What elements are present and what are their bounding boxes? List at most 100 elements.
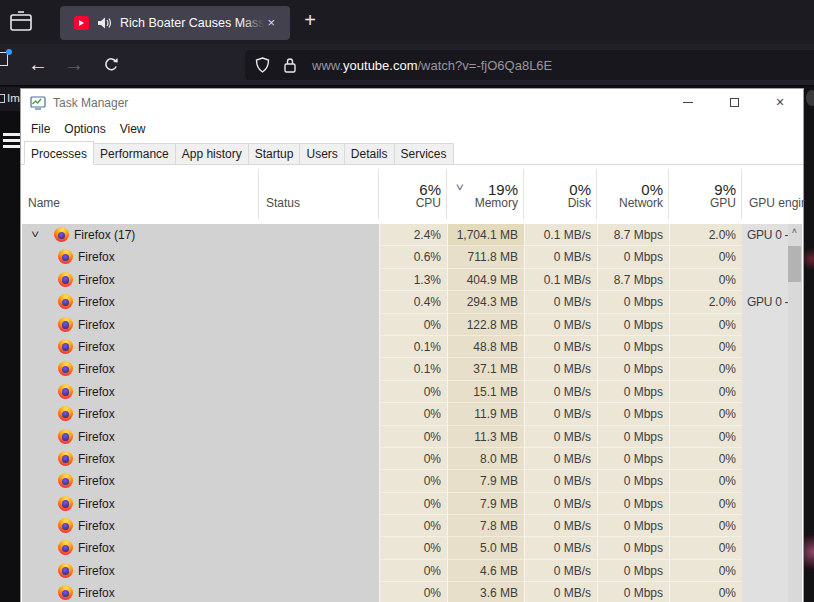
name-header-label: Name bbox=[28, 196, 60, 210]
tab-performance[interactable]: Performance bbox=[93, 143, 176, 164]
menu-options[interactable]: Options bbox=[64, 122, 105, 136]
task-manager-menubar: File Options View bbox=[21, 117, 803, 141]
process-row[interactable]: Firefox 0% 5.0 MB 0 MB/s 0 Mbps 0% bbox=[22, 537, 802, 559]
cpu-header-label: CPU bbox=[416, 196, 441, 210]
process-row[interactable]: Firefox 0% 7.8 MB 0 MB/s 0 Mbps 0% bbox=[22, 515, 802, 537]
task-manager-titlebar[interactable]: Task Manager × bbox=[21, 89, 803, 117]
lock-icon[interactable] bbox=[283, 57, 297, 73]
process-status-cell bbox=[259, 269, 379, 291]
process-name-cell[interactable]: Firefox bbox=[22, 493, 259, 515]
process-row[interactable]: Firefox 0.1% 48.8 MB 0 MB/s 0 Mbps 0% bbox=[22, 336, 802, 358]
process-row[interactable]: Firefox 0% 3.6 MB 0 MB/s 0 Mbps 0% bbox=[22, 582, 802, 602]
tab-startup[interactable]: Startup bbox=[248, 143, 301, 164]
scrollbar-thumb[interactable] bbox=[788, 246, 801, 282]
column-header-name[interactable]: Name bbox=[21, 169, 258, 219]
back-button[interactable]: ← bbox=[28, 54, 48, 74]
process-row[interactable]: Firefox 0% 7.9 MB 0 MB/s 0 Mbps 0% bbox=[22, 470, 802, 492]
tab-app-history[interactable]: App history bbox=[175, 143, 249, 164]
process-memory-cell: 122.8 MB bbox=[447, 314, 524, 336]
column-header-status[interactable]: Status bbox=[258, 169, 378, 219]
scrollbar[interactable]: ˄ bbox=[788, 224, 801, 602]
column-header-gpu-engine[interactable]: GPU engine bbox=[741, 169, 805, 219]
column-header-network[interactable]: 0%Network bbox=[596, 169, 668, 219]
new-tab-button[interactable]: + bbox=[297, 8, 323, 34]
process-name: Firefox bbox=[78, 295, 115, 309]
maximize-button[interactable] bbox=[711, 89, 757, 117]
column-header-memory[interactable]: ˅19%Memory bbox=[446, 169, 523, 219]
firefox-icon bbox=[58, 272, 73, 287]
tab-details[interactable]: Details bbox=[344, 143, 395, 164]
firefox-icon bbox=[58, 429, 73, 444]
process-row[interactable]: Firefox 0% 11.3 MB 0 MB/s 0 Mbps 0% bbox=[22, 426, 802, 448]
process-row[interactable]: ˅Firefox (17) 2.4% 1,704.1 MB 0.1 MB/s 8… bbox=[22, 224, 802, 246]
process-row[interactable]: Firefox 0% 15.1 MB 0 MB/s 0 Mbps 0% bbox=[22, 381, 802, 403]
process-name-cell[interactable]: Firefox bbox=[22, 470, 259, 492]
tab-overview-icon[interactable] bbox=[10, 11, 32, 31]
address-bar[interactable]: www.youtube.com/watch?v=-fjO6Qa8L6E bbox=[245, 50, 814, 80]
scroll-up-icon[interactable]: ˄ bbox=[788, 224, 801, 239]
process-name-cell[interactable]: Firefox bbox=[22, 560, 259, 582]
expand-caret-icon[interactable]: ˅ bbox=[31, 228, 39, 240]
process-gpu-cell: 2.0% bbox=[669, 291, 742, 313]
tab-users[interactable]: Users bbox=[299, 143, 344, 164]
process-gpu-cell: 0% bbox=[669, 537, 742, 559]
process-row[interactable]: Firefox 0.6% 711.8 MB 0 MB/s 0 Mbps 0% bbox=[22, 246, 802, 268]
process-row[interactable]: Firefox 0% 7.9 MB 0 MB/s 0 Mbps 0% bbox=[22, 493, 802, 515]
url-domain: youtube.com bbox=[343, 58, 417, 73]
process-gpu-cell: 0% bbox=[669, 381, 742, 403]
process-disk-cell: 0.1 MB/s bbox=[524, 269, 597, 291]
process-disk-cell: 0 MB/s bbox=[524, 358, 597, 380]
close-button[interactable]: × bbox=[757, 89, 803, 117]
url-text[interactable]: www.youtube.com/watch?v=-fjO6Qa8L6E bbox=[312, 58, 552, 73]
process-row[interactable]: Firefox 0% 8.0 MB 0 MB/s 0 Mbps 0% bbox=[22, 448, 802, 470]
process-name-cell[interactable]: Firefox bbox=[22, 291, 259, 313]
process-name-cell[interactable]: Firefox bbox=[22, 515, 259, 537]
process-name-cell[interactable]: Firefox bbox=[22, 403, 259, 425]
process-status-cell bbox=[259, 246, 379, 268]
process-name-cell[interactable]: Firefox bbox=[22, 381, 259, 403]
process-row[interactable]: Firefox 0% 4.6 MB 0 MB/s 0 Mbps 0% bbox=[22, 560, 802, 582]
process-row[interactable]: Firefox 0% 122.8 MB 0 MB/s 0 Mbps 0% bbox=[22, 314, 802, 336]
menu-file[interactable]: File bbox=[31, 122, 50, 136]
process-name: Firefox (17) bbox=[74, 228, 135, 242]
forward-button[interactable]: → bbox=[64, 54, 84, 74]
tab-audio-icon[interactable] bbox=[97, 16, 112, 30]
process-row[interactable]: Firefox 1.3% 404.9 MB 0.1 MB/s 8.7 Mbps … bbox=[22, 269, 802, 291]
process-network-cell: 8.7 Mbps bbox=[597, 224, 669, 246]
tab-close-icon[interactable]: × bbox=[267, 15, 275, 30]
process-network-cell: 0 Mbps bbox=[597, 582, 669, 602]
process-disk-cell: 0 MB/s bbox=[524, 403, 597, 425]
minimize-button[interactable] bbox=[665, 89, 711, 117]
menu-view[interactable]: View bbox=[120, 122, 146, 136]
firefox-icon bbox=[58, 294, 73, 309]
process-name-cell[interactable]: Firefox bbox=[22, 426, 259, 448]
column-header-gpu[interactable]: 9%GPU bbox=[668, 169, 741, 219]
process-network-cell: 0 Mbps bbox=[597, 291, 669, 313]
url-path: /watch?v=-fjO6Qa8L6E bbox=[418, 58, 553, 73]
process-name-cell[interactable]: Firefox bbox=[22, 336, 259, 358]
process-name-cell[interactable]: Firefox bbox=[22, 246, 259, 268]
process-cpu-cell: 0.6% bbox=[379, 246, 447, 268]
process-name: Firefox bbox=[78, 497, 115, 511]
process-name-cell[interactable]: Firefox bbox=[22, 314, 259, 336]
process-name-cell[interactable]: Firefox bbox=[22, 358, 259, 380]
process-table-header: Name Status 6%CPU ˅19%Memory 0%Disk 0%Ne… bbox=[21, 165, 803, 223]
tab-processes[interactable]: Processes bbox=[24, 141, 94, 165]
process-name-cell[interactable]: Firefox bbox=[22, 269, 259, 291]
tab-services[interactable]: Services bbox=[394, 143, 454, 164]
process-name-cell[interactable]: ˅ Firefox (17) bbox=[22, 224, 259, 246]
process-name-cell[interactable]: Firefox bbox=[22, 448, 259, 470]
column-header-disk[interactable]: 0%Disk bbox=[523, 169, 596, 219]
process-name-cell[interactable]: Firefox bbox=[22, 582, 259, 602]
sort-descending-icon: ˅ bbox=[456, 182, 464, 193]
process-row[interactable]: Firefox 0.1% 37.1 MB 0 MB/s 0 Mbps 0% bbox=[22, 358, 802, 380]
browser-tab[interactable]: Rich Boater Causes Mass-C × bbox=[60, 6, 290, 40]
process-row[interactable]: Firefox 0% 11.9 MB 0 MB/s 0 Mbps 0% bbox=[22, 403, 802, 425]
process-row[interactable]: Firefox 0.4% 294.3 MB 0 MB/s 0 Mbps 2.0%… bbox=[22, 291, 802, 313]
column-header-cpu[interactable]: 6%CPU bbox=[378, 169, 446, 219]
firefox-icon bbox=[58, 339, 73, 354]
page-menu-icon[interactable] bbox=[3, 133, 21, 151]
shield-icon[interactable] bbox=[255, 57, 270, 73]
process-name-cell[interactable]: Firefox bbox=[22, 537, 259, 559]
reload-button[interactable] bbox=[103, 57, 119, 73]
